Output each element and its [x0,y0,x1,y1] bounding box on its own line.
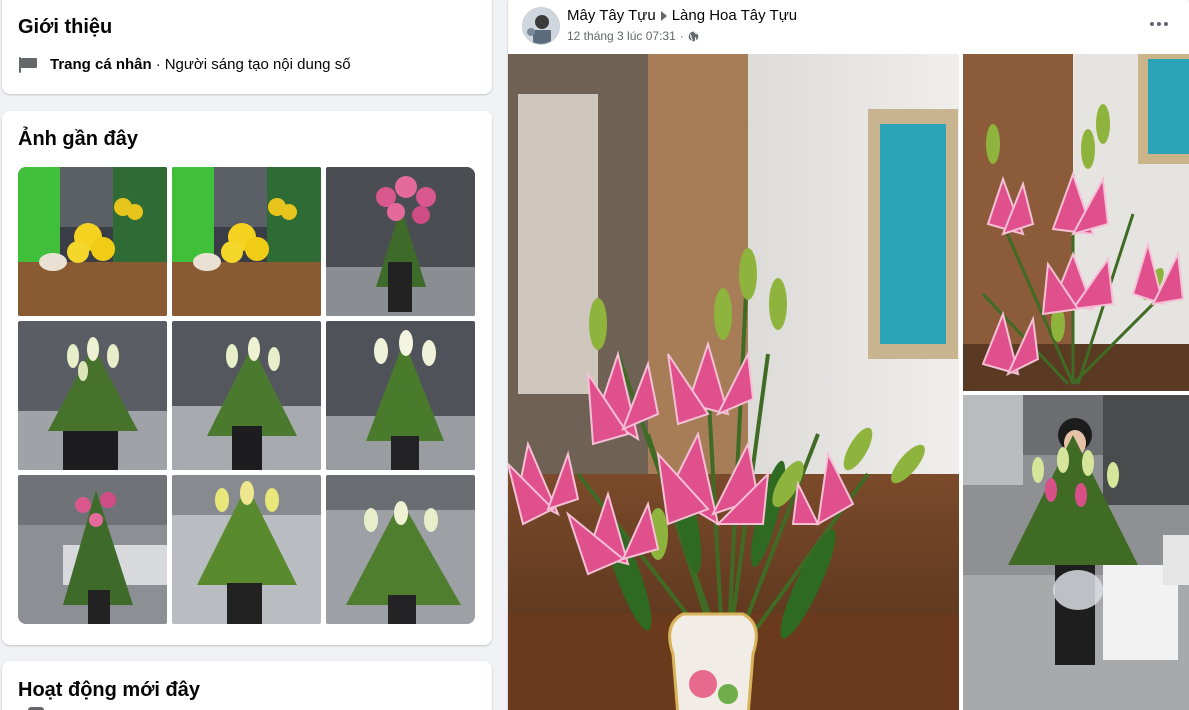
intro-title: Giới thiệu [18,16,113,38]
meta-separator: · [679,29,684,43]
recent-photos-title[interactable]: Ảnh gần đây [18,128,138,151]
intro-separator: · [155,56,161,73]
post-author-link[interactable]: Mây Tây Tựu [567,7,656,24]
intro-page-type: Trang cá nhân [50,56,152,73]
intro-card: Giới thiệu Trang cá nhân · Người sáng tạ… [2,0,492,94]
globe-icon [688,31,699,42]
recent-photos-card: Ảnh gần đây [2,111,492,645]
post-meta: 12 tháng 3 lúc 07:31 · [567,29,797,43]
post-names: Mây Tây Tựu Làng Hoa Tây Tựu [567,7,797,24]
recent-activity-card: Hoạt động mới đây [2,661,492,710]
post-image-main[interactable] [508,54,959,710]
recent-activity-title: Hoạt động mới đây [18,679,201,701]
more-options-icon[interactable] [1141,12,1177,36]
page: Giới thiệu Trang cá nhân · Người sáng tạ… [0,0,1189,710]
author-avatar[interactable] [522,7,560,45]
post-group-link[interactable]: Làng Hoa Tây Tựu [672,7,797,24]
post-timestamp[interactable]: 12 tháng 3 lúc 07:31 [567,29,676,43]
recent-photo[interactable] [326,475,475,624]
post-media [508,54,1189,710]
recent-photo[interactable] [326,321,475,470]
recent-photo[interactable] [172,321,321,470]
intro-category: Người sáng tạo nội dung số [164,56,351,73]
flag-icon [18,56,38,73]
intro-profile-row: Trang cá nhân · Người sáng tạo nội dung … [18,56,351,73]
post-image-bottom-right[interactable] [963,395,1189,710]
recent-photo[interactable] [172,167,321,316]
recent-photo[interactable] [18,321,167,470]
photo-grid [18,167,475,624]
post: Mây Tây Tựu Làng Hoa Tây Tựu 12 tháng 3 … [508,0,1189,710]
post-header: Mây Tây Tựu Làng Hoa Tây Tựu 12 tháng 3 … [567,7,797,43]
recent-photo[interactable] [18,167,167,316]
recent-photo[interactable] [18,475,167,624]
recent-photo[interactable] [172,475,321,624]
arrow-right-icon [660,10,667,21]
recent-photo[interactable] [326,167,475,316]
post-image-top-right[interactable] [963,54,1189,391]
